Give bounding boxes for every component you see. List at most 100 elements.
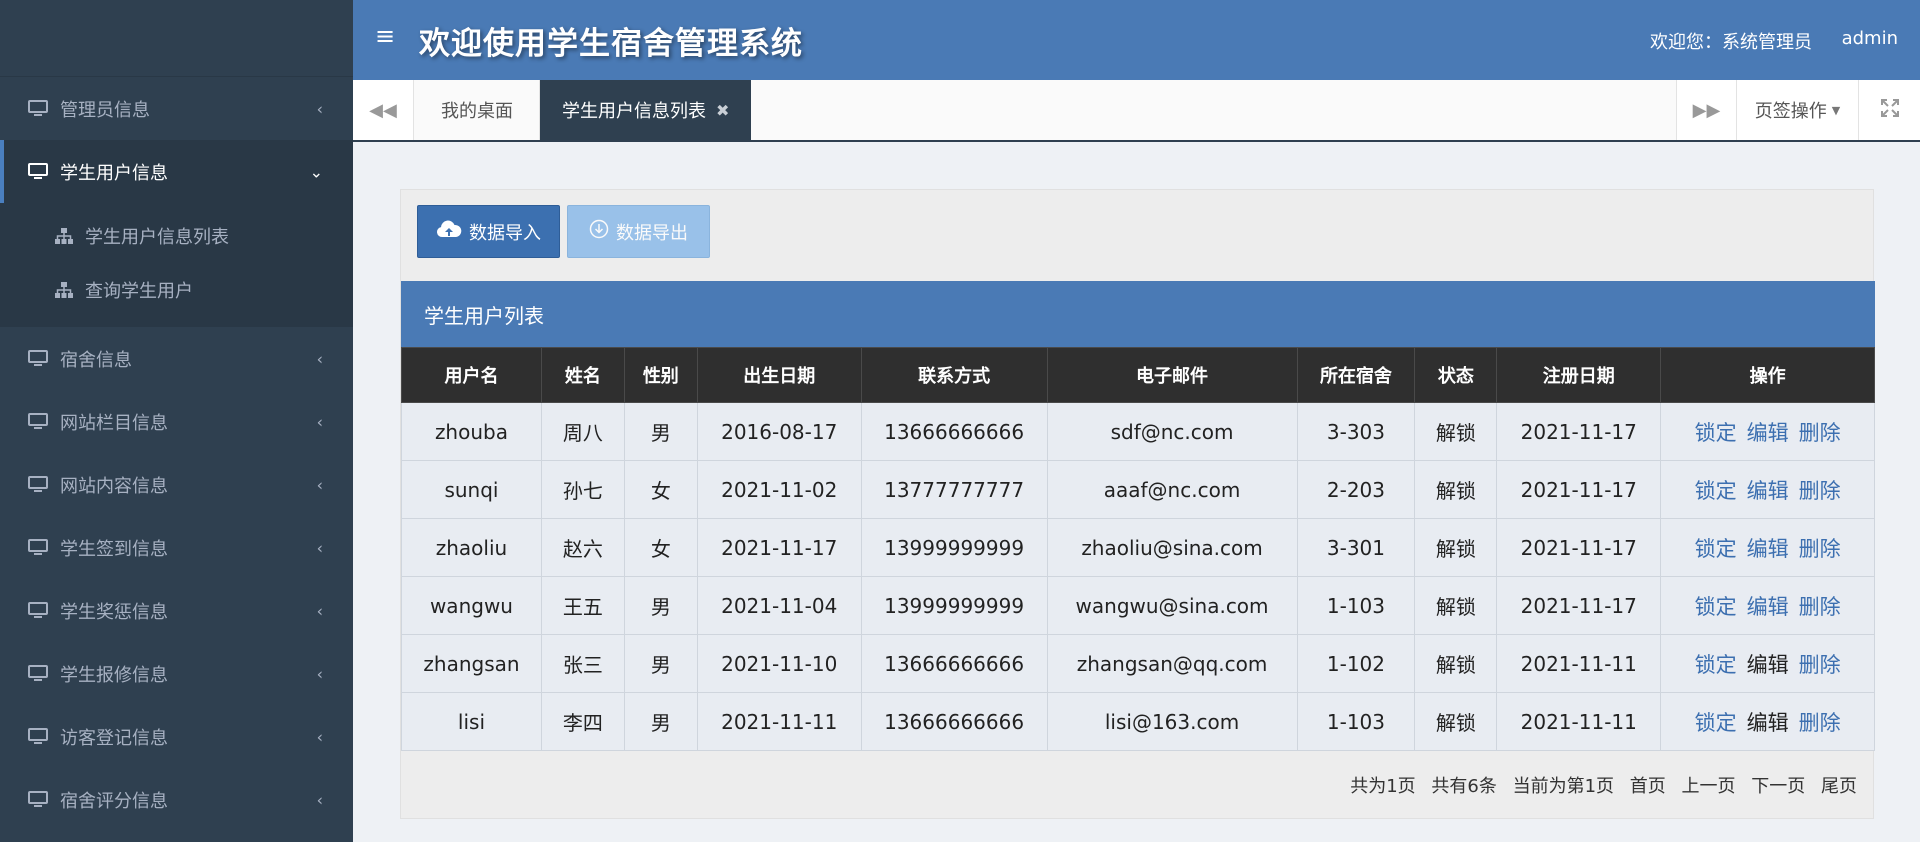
delete-link[interactable]: 删除 xyxy=(1799,595,1841,619)
table-cell: 解锁 xyxy=(1414,460,1498,519)
table-actions-cell: 锁定 编辑 删除 xyxy=(1660,402,1875,461)
tab-student-list[interactable]: 学生用户信息列表 ✖ xyxy=(540,80,752,140)
edit-link[interactable]: 编辑 xyxy=(1747,595,1789,619)
lock-link[interactable]: 锁定 xyxy=(1695,711,1737,735)
table-cell: sdf@nc.com xyxy=(1046,402,1298,461)
table-cell: 2021-11-17 xyxy=(1496,402,1662,461)
sidebar-item-visitors[interactable]: 访客登记信息 ‹ xyxy=(0,705,353,768)
sidebar-item-repairs[interactable]: 学生报修信息 ‹ xyxy=(0,642,353,705)
sidebar-item-site-columns[interactable]: 网站栏目信息 ‹ xyxy=(0,390,353,453)
sidebar-item-dorm-rating[interactable]: 宿舍评分信息 ‹ xyxy=(0,768,353,831)
table-cell: 李四 xyxy=(540,692,625,751)
col-header: 出生日期 xyxy=(696,347,862,403)
page-title: 欢迎使用学生宿舍管理系统 xyxy=(419,26,803,62)
sidebar-subitem-query-student[interactable]: 查询学生用户 xyxy=(0,263,353,317)
panel-title: 学生用户列表 xyxy=(401,281,1875,347)
table-cell: 2021-11-17 xyxy=(1496,518,1662,577)
lock-link[interactable]: 锁定 xyxy=(1695,537,1737,561)
sidebar-item-label: 学生签到信息 xyxy=(60,538,168,560)
import-button[interactable]: 数据导入 xyxy=(417,205,560,258)
delete-link[interactable]: 删除 xyxy=(1799,537,1841,561)
sidebar-item-admin-info[interactable]: 管理员信息 ‹ xyxy=(0,77,353,140)
chevron-left-icon: ‹ xyxy=(316,790,323,809)
table-cell: 周八 xyxy=(540,402,625,461)
table-cell: 13666666666 xyxy=(860,634,1048,693)
pager-current: 当前为第1页 xyxy=(1512,776,1615,797)
sidebar-item-label: 管理员信息 xyxy=(60,99,150,121)
table-cell: 解锁 xyxy=(1414,692,1498,751)
monitor-icon xyxy=(28,539,48,556)
table-cell: zhouba xyxy=(401,402,542,461)
tab-ops-label: 页签操作 xyxy=(1754,101,1827,122)
pagination: 共为1页 共有6条 当前为第1页 首页 上一页 下一页 尾页 xyxy=(1340,772,1857,798)
tab-operations-dropdown[interactable]: 页签操作 ▼ xyxy=(1737,80,1859,140)
monitor-icon xyxy=(28,163,48,180)
table-cell: 13777777777 xyxy=(860,460,1048,519)
lock-link[interactable]: 锁定 xyxy=(1695,421,1737,445)
lock-link[interactable]: 锁定 xyxy=(1695,479,1737,503)
user-name[interactable]: admin xyxy=(1842,28,1898,49)
chevron-left-icon: ‹ xyxy=(316,727,323,746)
double-chevron-left-icon: ◀◀ xyxy=(369,99,397,121)
tab-my-desktop[interactable]: 我的桌面 xyxy=(415,80,540,140)
menu-toggle-icon[interactable]: ≡ xyxy=(375,22,395,50)
pager-first-link[interactable]: 首页 xyxy=(1630,776,1666,797)
delete-link[interactable]: 删除 xyxy=(1799,711,1841,735)
table-cell: lisi xyxy=(401,692,542,751)
table-cell: 2021-11-17 xyxy=(1496,576,1662,635)
close-icon[interactable]: ✖ xyxy=(716,101,729,120)
tab-scroll-left-button[interactable]: ◀◀ xyxy=(353,80,414,140)
sidebar-subitem-label: 查询学生用户 xyxy=(85,281,193,302)
col-header: 姓名 xyxy=(540,347,625,403)
sidebar-item-dorm-info[interactable]: 宿舍信息 ‹ xyxy=(0,327,353,390)
lock-link[interactable]: 锁定 xyxy=(1695,595,1737,619)
table-cell: 解锁 xyxy=(1414,634,1498,693)
col-header: 所在宿舍 xyxy=(1296,347,1416,403)
tab-scroll-right-button[interactable]: ▶▶ xyxy=(1676,80,1737,140)
sidebar-item-rewards[interactable]: 学生奖惩信息 ‹ xyxy=(0,579,353,642)
monitor-icon xyxy=(28,350,48,367)
pager-prev-link[interactable]: 上一页 xyxy=(1682,776,1736,797)
sidebar-item-site-content[interactable]: 网站内容信息 ‹ xyxy=(0,453,353,516)
delete-link[interactable]: 删除 xyxy=(1799,421,1841,445)
cloud-upload-icon xyxy=(436,220,462,243)
table-cell: 2021-11-02 xyxy=(696,460,862,519)
pager-total-items: 共有6条 xyxy=(1431,776,1497,797)
col-header: 操作 xyxy=(1660,347,1875,403)
lock-link[interactable]: 锁定 xyxy=(1695,653,1737,677)
chevron-left-icon: ‹ xyxy=(316,538,323,557)
top-header: ≡ 欢迎使用学生宿舍管理系统 欢迎您：系统管理员 admin xyxy=(353,0,1920,80)
delete-link[interactable]: 删除 xyxy=(1799,653,1841,677)
table-cell: 2016-08-17 xyxy=(696,402,862,461)
sidebar-item-student-users[interactable]: 学生用户信息 ⌄ xyxy=(0,140,353,203)
table-cell: 2021-11-04 xyxy=(696,576,862,635)
sidebar-submenu: 学生用户信息列表 查询学生用户 xyxy=(0,203,353,327)
sidebar-item-label: 宿舍评分信息 xyxy=(60,790,168,812)
sidebar-item-label: 学生报修信息 xyxy=(60,664,168,686)
edit-link[interactable]: 编辑 xyxy=(1747,421,1789,445)
edit-link[interactable]: 编辑 xyxy=(1747,537,1789,561)
fullscreen-button[interactable] xyxy=(1859,80,1920,140)
table-cell: 张三 xyxy=(540,634,625,693)
pager-last-link[interactable]: 尾页 xyxy=(1821,776,1857,797)
edit-link[interactable]: 编辑 xyxy=(1747,711,1789,735)
edit-link[interactable]: 编辑 xyxy=(1747,479,1789,503)
table-cell: 男 xyxy=(623,576,698,635)
delete-link[interactable]: 删除 xyxy=(1799,479,1841,503)
sidebar-item-label: 网站内容信息 xyxy=(60,475,168,497)
export-button[interactable]: 数据导出 xyxy=(567,205,710,258)
table-cell: 2-203 xyxy=(1296,460,1416,519)
table-cell: 王五 xyxy=(540,576,625,635)
table-cell: 2021-11-11 xyxy=(696,692,862,751)
sidebar-subitem-student-list[interactable]: 学生用户信息列表 xyxy=(0,209,353,263)
table-actions-cell: 锁定 编辑 删除 xyxy=(1660,460,1875,519)
col-header: 电子邮件 xyxy=(1046,347,1298,403)
tab-label: 我的桌面 xyxy=(441,101,513,122)
tab-bar: ◀◀ 我的桌面 学生用户信息列表 ✖ ▶▶ 页签操作 ▼ xyxy=(353,80,1920,142)
col-header: 联系方式 xyxy=(860,347,1048,403)
sidebar-item-sign-in[interactable]: 学生签到信息 ‹ xyxy=(0,516,353,579)
col-header: 用户名 xyxy=(401,347,542,403)
pager-next-link[interactable]: 下一页 xyxy=(1751,776,1805,797)
table-cell: 2021-11-11 xyxy=(1496,692,1662,751)
edit-link[interactable]: 编辑 xyxy=(1747,653,1789,677)
